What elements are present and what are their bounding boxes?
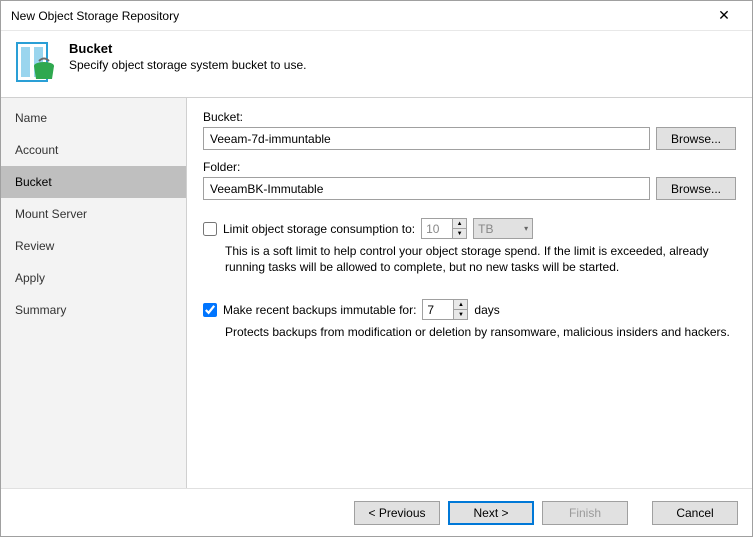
bucket-icon — [15, 41, 57, 83]
limit-unit-label: TB — [478, 222, 493, 236]
immutable-help-text: Protects backups from modification or de… — [225, 324, 736, 340]
limit-spinner-buttons[interactable]: ▲ ▼ — [452, 219, 466, 238]
bucket-group: Bucket: Browse... — [203, 110, 736, 150]
previous-button[interactable]: < Previous — [354, 501, 440, 525]
limit-value[interactable] — [422, 219, 452, 238]
main-panel: Bucket: Browse... Folder: Browse... Limi… — [187, 98, 752, 488]
header-desc: Specify object storage system bucket to … — [69, 58, 306, 72]
immutable-label: Make recent backups immutable for: — [223, 303, 416, 317]
folder-group: Folder: Browse... — [203, 160, 736, 200]
limit-label: Limit object storage consumption to: — [223, 222, 415, 236]
dialog-footer: < Previous Next > Finish Cancel — [1, 488, 752, 536]
limit-spinner[interactable]: ▲ ▼ — [421, 218, 467, 239]
limit-help-text: This is a soft limit to help control you… — [225, 243, 736, 275]
chevron-up-icon[interactable]: ▲ — [453, 219, 466, 229]
header-text: Bucket Specify object storage system buc… — [69, 41, 306, 72]
sidebar-item-bucket[interactable]: Bucket — [1, 166, 186, 198]
limit-section: Limit object storage consumption to: ▲ ▼… — [203, 210, 736, 275]
folder-label: Folder: — [203, 160, 736, 174]
chevron-down-icon: ▾ — [524, 224, 528, 233]
chevron-up-icon[interactable]: ▲ — [454, 300, 467, 310]
immutable-unit: days — [474, 303, 499, 317]
sidebar-item-review[interactable]: Review — [1, 230, 186, 262]
folder-browse-button[interactable]: Browse... — [656, 177, 736, 200]
finish-button: Finish — [542, 501, 628, 525]
header-title: Bucket — [69, 41, 306, 56]
limit-checkbox[interactable] — [203, 222, 217, 236]
bucket-input[interactable] — [203, 127, 650, 150]
sidebar-item-mount-server[interactable]: Mount Server — [1, 198, 186, 230]
dialog-header: Bucket Specify object storage system buc… — [1, 31, 752, 97]
next-button[interactable]: Next > — [448, 501, 534, 525]
dialog-window: New Object Storage Repository ✕ Bucket S… — [0, 0, 753, 537]
wizard-sidebar: Name Account Bucket Mount Server Review … — [1, 98, 187, 488]
cancel-button[interactable]: Cancel — [652, 501, 738, 525]
sidebar-item-apply[interactable]: Apply — [1, 262, 186, 294]
close-button[interactable]: ✕ — [704, 2, 744, 30]
titlebar: New Object Storage Repository ✕ — [1, 1, 752, 31]
immutable-spinner[interactable]: ▲ ▼ — [422, 299, 468, 320]
bucket-label: Bucket: — [203, 110, 736, 124]
close-icon: ✕ — [718, 7, 730, 24]
immutable-checkbox[interactable] — [203, 303, 217, 317]
sidebar-item-account[interactable]: Account — [1, 134, 186, 166]
bucket-browse-button[interactable]: Browse... — [656, 127, 736, 150]
window-title: New Object Storage Repository — [11, 9, 704, 23]
dialog-body: Name Account Bucket Mount Server Review … — [1, 97, 752, 488]
immutable-value[interactable] — [423, 300, 453, 319]
sidebar-item-name[interactable]: Name — [1, 102, 186, 134]
immutable-spinner-buttons[interactable]: ▲ ▼ — [453, 300, 467, 319]
immutable-section: Make recent backups immutable for: ▲ ▼ d… — [203, 291, 736, 340]
chevron-down-icon[interactable]: ▼ — [453, 229, 466, 238]
sidebar-item-summary[interactable]: Summary — [1, 294, 186, 326]
limit-unit-select[interactable]: TB ▾ — [473, 218, 533, 239]
folder-input[interactable] — [203, 177, 650, 200]
chevron-down-icon[interactable]: ▼ — [454, 310, 467, 319]
